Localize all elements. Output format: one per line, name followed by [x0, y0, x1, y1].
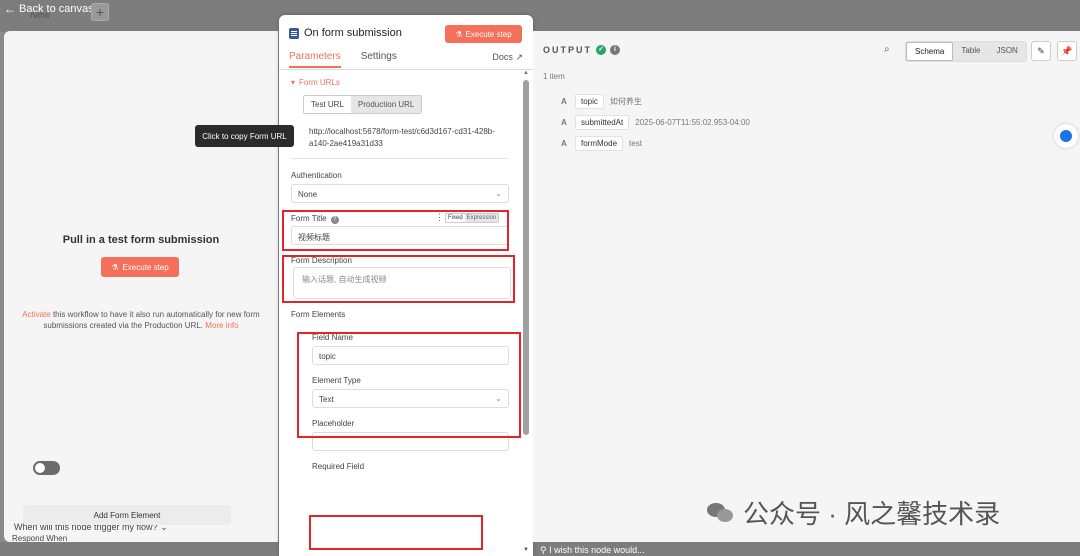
check-icon: ✓	[596, 45, 606, 55]
string-type-icon: A	[561, 97, 567, 106]
execute-step-button[interactable]: ⚗ Execute step	[445, 25, 522, 43]
schema-row: A formMode test	[561, 136, 642, 151]
schema-key[interactable]: submittedAt	[575, 115, 630, 130]
feedback-label: I wish this node would...	[549, 545, 645, 555]
feedback-link[interactable]: ⚲ I wish this node would...	[540, 545, 645, 556]
activate-link[interactable]: Activate	[22, 310, 50, 319]
tab-settings[interactable]: Settings	[361, 51, 397, 68]
form-icon	[289, 27, 299, 39]
highlight-form-title	[282, 210, 509, 251]
authentication-label: Authentication	[291, 171, 342, 180]
arrow-left-icon: ←	[4, 2, 16, 16]
form-urls-label: Form URLs	[299, 78, 340, 87]
execute-step-button-left[interactable]: ⚗ Execute step	[101, 257, 179, 277]
highlight-form-description	[282, 255, 515, 303]
edit-output-button[interactable]: ✎	[1031, 41, 1051, 61]
node-header: On form submission ⚗ Execute step Parame…	[279, 15, 533, 70]
tab-schema[interactable]: Schema	[906, 42, 954, 61]
respond-when-label: Respond When	[12, 534, 68, 543]
schema-key[interactable]: formMode	[575, 136, 624, 151]
required-field-label: Required Field	[312, 462, 365, 471]
search-icon[interactable]: ⌕	[884, 44, 890, 55]
add-form-element-button[interactable]: Add Form Element	[23, 505, 231, 525]
input-heading: Pull in a test form submission	[62, 234, 220, 246]
external-link-icon: ↗	[515, 52, 523, 62]
tab-production-url[interactable]: Production URL	[350, 96, 422, 113]
chevron-down-icon: ⌄	[495, 189, 502, 198]
highlight-add-element	[309, 515, 483, 550]
scroll-up-icon[interactable]: ▲	[523, 70, 529, 76]
form-urls-toggle[interactable]: ▾ Form URLs	[291, 78, 340, 87]
lightbulb-icon: ⚲	[540, 545, 550, 555]
required-field-toggle[interactable]	[33, 461, 60, 475]
wechat-icon	[707, 501, 735, 525]
highlight-form-element	[297, 332, 521, 438]
schema-value: test	[629, 139, 642, 148]
pin-output-button[interactable]: 📌	[1057, 41, 1077, 61]
execute-step-label: Execute step	[465, 29, 512, 39]
url-mode-switch: Test URL Production URL	[303, 95, 423, 114]
divider	[291, 158, 508, 159]
node-title: On form submission	[289, 27, 402, 39]
add-tab-button[interactable]: +	[91, 3, 109, 21]
tab-test-url[interactable]: Test URL	[304, 96, 351, 113]
output-title: OUTPUT ✓ i	[543, 45, 620, 55]
schema-row: A submittedAt 2025-06-07T11:55:02.953-04…	[561, 115, 750, 130]
tab-parameters[interactable]: Parameters	[289, 51, 341, 68]
string-type-icon: A	[561, 118, 567, 127]
docs-link[interactable]: Docs ↗	[492, 52, 523, 63]
scrollbar[interactable]	[523, 80, 529, 435]
tab-json[interactable]: JSON	[988, 42, 1025, 61]
flask-icon: ⚗	[111, 262, 119, 272]
parameters-body: ▾ Form URLs Test URL Production URL http…	[279, 70, 533, 556]
assistant-button[interactable]	[1054, 124, 1078, 148]
activate-hint: Activate this workflow to have it also r…	[12, 309, 270, 331]
back-to-canvas-label: Back to canvas	[19, 3, 94, 15]
caret-down-icon: ▾	[291, 78, 296, 87]
pencil-icon: ✎	[1037, 46, 1045, 56]
schema-value: 如何养生	[609, 97, 642, 106]
node-tabs: Parameters Settings	[289, 51, 397, 68]
watermark: 公众号 · 风之馨技术录	[707, 494, 1000, 531]
more-info-link[interactable]: More info	[205, 321, 238, 330]
output-panel: OUTPUT ✓ i 1 item ⌕ Schema Table JSON ✎ …	[533, 31, 1080, 542]
flask-icon: ⚗	[455, 29, 463, 39]
items-count: 1 item	[543, 72, 565, 81]
info-icon[interactable]: i	[610, 45, 620, 55]
copy-url-tooltip: Click to copy Form URL	[195, 125, 294, 147]
output-view-tabs: Schema Table JSON	[905, 41, 1027, 62]
output-title-label: OUTPUT	[543, 45, 592, 55]
authentication-value: None	[298, 190, 318, 199]
tab-table[interactable]: Table	[953, 42, 988, 61]
back-to-canvas-button[interactable]: ← Back to canvas	[4, 2, 94, 16]
docs-label: Docs	[492, 52, 513, 62]
node-title-label: On form submission	[304, 27, 402, 39]
schema-key[interactable]: topic	[575, 94, 604, 109]
authentication-select[interactable]: None ⌄	[291, 184, 509, 203]
pin-icon: 📌	[1061, 46, 1073, 56]
execute-step-label: Execute step	[122, 262, 169, 272]
schema-value: 2025-06-07T11:55:02.953-04:00	[635, 118, 750, 127]
string-type-icon: A	[561, 139, 567, 148]
watermark-text: 公众号 · 风之馨技术录	[743, 499, 1001, 529]
schema-row: A topic 如何养生	[561, 94, 642, 109]
form-elements-label: Form Elements	[291, 310, 346, 319]
canvas-topbar	[0, 0, 1080, 32]
scroll-down-icon[interactable]: ▼	[523, 547, 529, 553]
form-url[interactable]: http://localhost:5678/form-test/c6d3d167…	[309, 126, 514, 150]
